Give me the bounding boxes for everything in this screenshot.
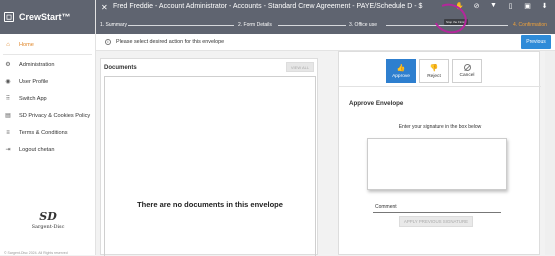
progress-steps: 1. Summary 2. Form Details 3. Office use…: [96, 19, 555, 31]
close-icon[interactable]: ✕: [101, 3, 108, 12]
logout-icon: ⇥: [5, 147, 11, 153]
sd-logo-mark: SD: [39, 210, 57, 223]
sidebar-item-label: SD Privacy & Cookies Policy: [19, 112, 91, 119]
notice-bar: i Please select desired action for this …: [96, 34, 555, 51]
reject-button[interactable]: 👎 Reject: [419, 59, 449, 83]
block-icon[interactable]: ⊘: [468, 2, 485, 10]
cancel-button[interactable]: Cancel: [452, 59, 482, 83]
app-logo-icon: ◻: [4, 12, 14, 22]
reject-label: Reject: [427, 73, 441, 79]
step-confirmation[interactable]: 4. Confirmation: [513, 22, 547, 28]
sidebar-item-label: Switch App: [19, 95, 47, 102]
save-icon[interactable]: ▣: [519, 2, 536, 10]
block-icon: [463, 64, 471, 71]
notice-message: Please select desired action for this en…: [116, 39, 225, 45]
documents-title: Documents: [104, 65, 137, 71]
signature-pad[interactable]: [367, 138, 507, 190]
signature-prompt: Enter your signature in the box below: [398, 124, 482, 130]
sidebar-item-privacy[interactable]: ▤ SD Privacy & Cookies Policy: [0, 107, 95, 124]
user-icon: ◉: [5, 79, 11, 85]
approval-panel: 👍 Approve 👎 Reject Cancel Approve Envelo…: [338, 51, 541, 255]
gear-icon: ⚙: [5, 62, 11, 68]
approve-button[interactable]: 👍 Approve: [386, 59, 416, 83]
divider: [339, 86, 541, 87]
apps-grid-icon: ⠿: [5, 96, 11, 102]
app-name: CrewStart™: [19, 12, 71, 22]
document-icon: ▤: [5, 113, 11, 119]
sidebar-item-label: Logout chetan: [19, 146, 55, 153]
documents-panel: Documents VIEW ALL There are no document…: [100, 58, 318, 256]
sidebar-item-logout[interactable]: ⇥ Logout chetan: [0, 141, 95, 158]
sidebar-item-terms[interactable]: ≡ Terms & Conditions: [0, 124, 95, 141]
step-connector: [128, 25, 234, 26]
step-summary[interactable]: 1. Summary: [100, 22, 127, 28]
scrollbar[interactable]: [545, 51, 555, 255]
step-form-details[interactable]: 2. Form Details: [238, 22, 272, 28]
sidebar-nav: ⌂ Home ⚙ Administration ◉ User Profile ⠿…: [0, 36, 95, 158]
thumbs-down-icon: 👎: [429, 64, 439, 72]
approve-label: Approve: [392, 73, 410, 79]
comment-label: Comment: [375, 204, 397, 210]
list-icon: ≡: [6, 129, 10, 136]
view-all-button[interactable]: VIEW ALL: [286, 62, 314, 72]
copyright: © Sargent-Disc 2024. All Rights reserved: [4, 251, 68, 255]
sidebar-item-label: Administration: [19, 61, 55, 68]
sidebar-item-label: User Profile: [19, 78, 49, 85]
sidebar-item-label: Terms & Conditions: [19, 129, 68, 136]
apply-previous-signature-button[interactable]: APPLY PREVIOUS SIGNATURE: [399, 216, 473, 227]
envelope-title: Fred Freddie - Account Administrator - A…: [113, 3, 423, 10]
document-viewer: There are no documents in this envelope: [104, 76, 316, 256]
file-icon[interactable]: ▯: [502, 2, 519, 10]
sidebar-item-switch-app[interactable]: ⠿ Switch App: [0, 90, 95, 107]
sidebar-item-home[interactable]: ⌂ Home: [0, 36, 95, 53]
envelope-header: ✕ Fred Freddie - Account Administrator -…: [96, 0, 555, 34]
thumbs-up-icon: 👍: [396, 64, 406, 72]
sidebar-item-user-profile[interactable]: ◉ User Profile: [0, 73, 95, 90]
cancel-label: Cancel: [459, 73, 475, 78]
sidebar-divider: [3, 54, 92, 55]
download-icon[interactable]: ⬇: [536, 2, 553, 10]
info-icon: i: [105, 39, 111, 45]
sd-logo-text: Sargent-Disc: [31, 224, 65, 230]
sargent-disc-logo: SD Sargent-Disc: [0, 210, 96, 230]
home-icon: ⌂: [6, 41, 10, 48]
comment-input[interactable]: [373, 212, 501, 213]
thumbs-down-icon[interactable]: ▼: [485, 2, 502, 10]
step-office-use[interactable]: 3. Office use: [349, 22, 377, 28]
approve-envelope-title: Approve Envelope: [349, 100, 404, 107]
step-connector: [278, 25, 346, 26]
sidebar-item-administration[interactable]: ⚙ Administration: [0, 56, 95, 73]
previous-button[interactable]: Previous: [521, 35, 551, 49]
sidebar-item-label: Home: [19, 41, 34, 48]
app-brand[interactable]: ◻ CrewStart™: [0, 0, 95, 34]
empty-documents-message: There are no documents in this envelope: [137, 200, 283, 209]
sidebar: ◻ CrewStart™ ⌂ Home ⚙ Administration ◉ U…: [0, 0, 96, 255]
